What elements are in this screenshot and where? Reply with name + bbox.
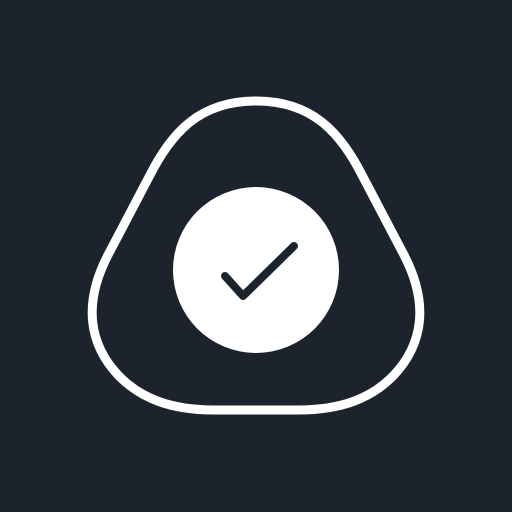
check-circle-icon (173, 187, 339, 353)
icon-canvas (0, 0, 512, 512)
rounded-triangle-check-icon (87, 96, 425, 415)
